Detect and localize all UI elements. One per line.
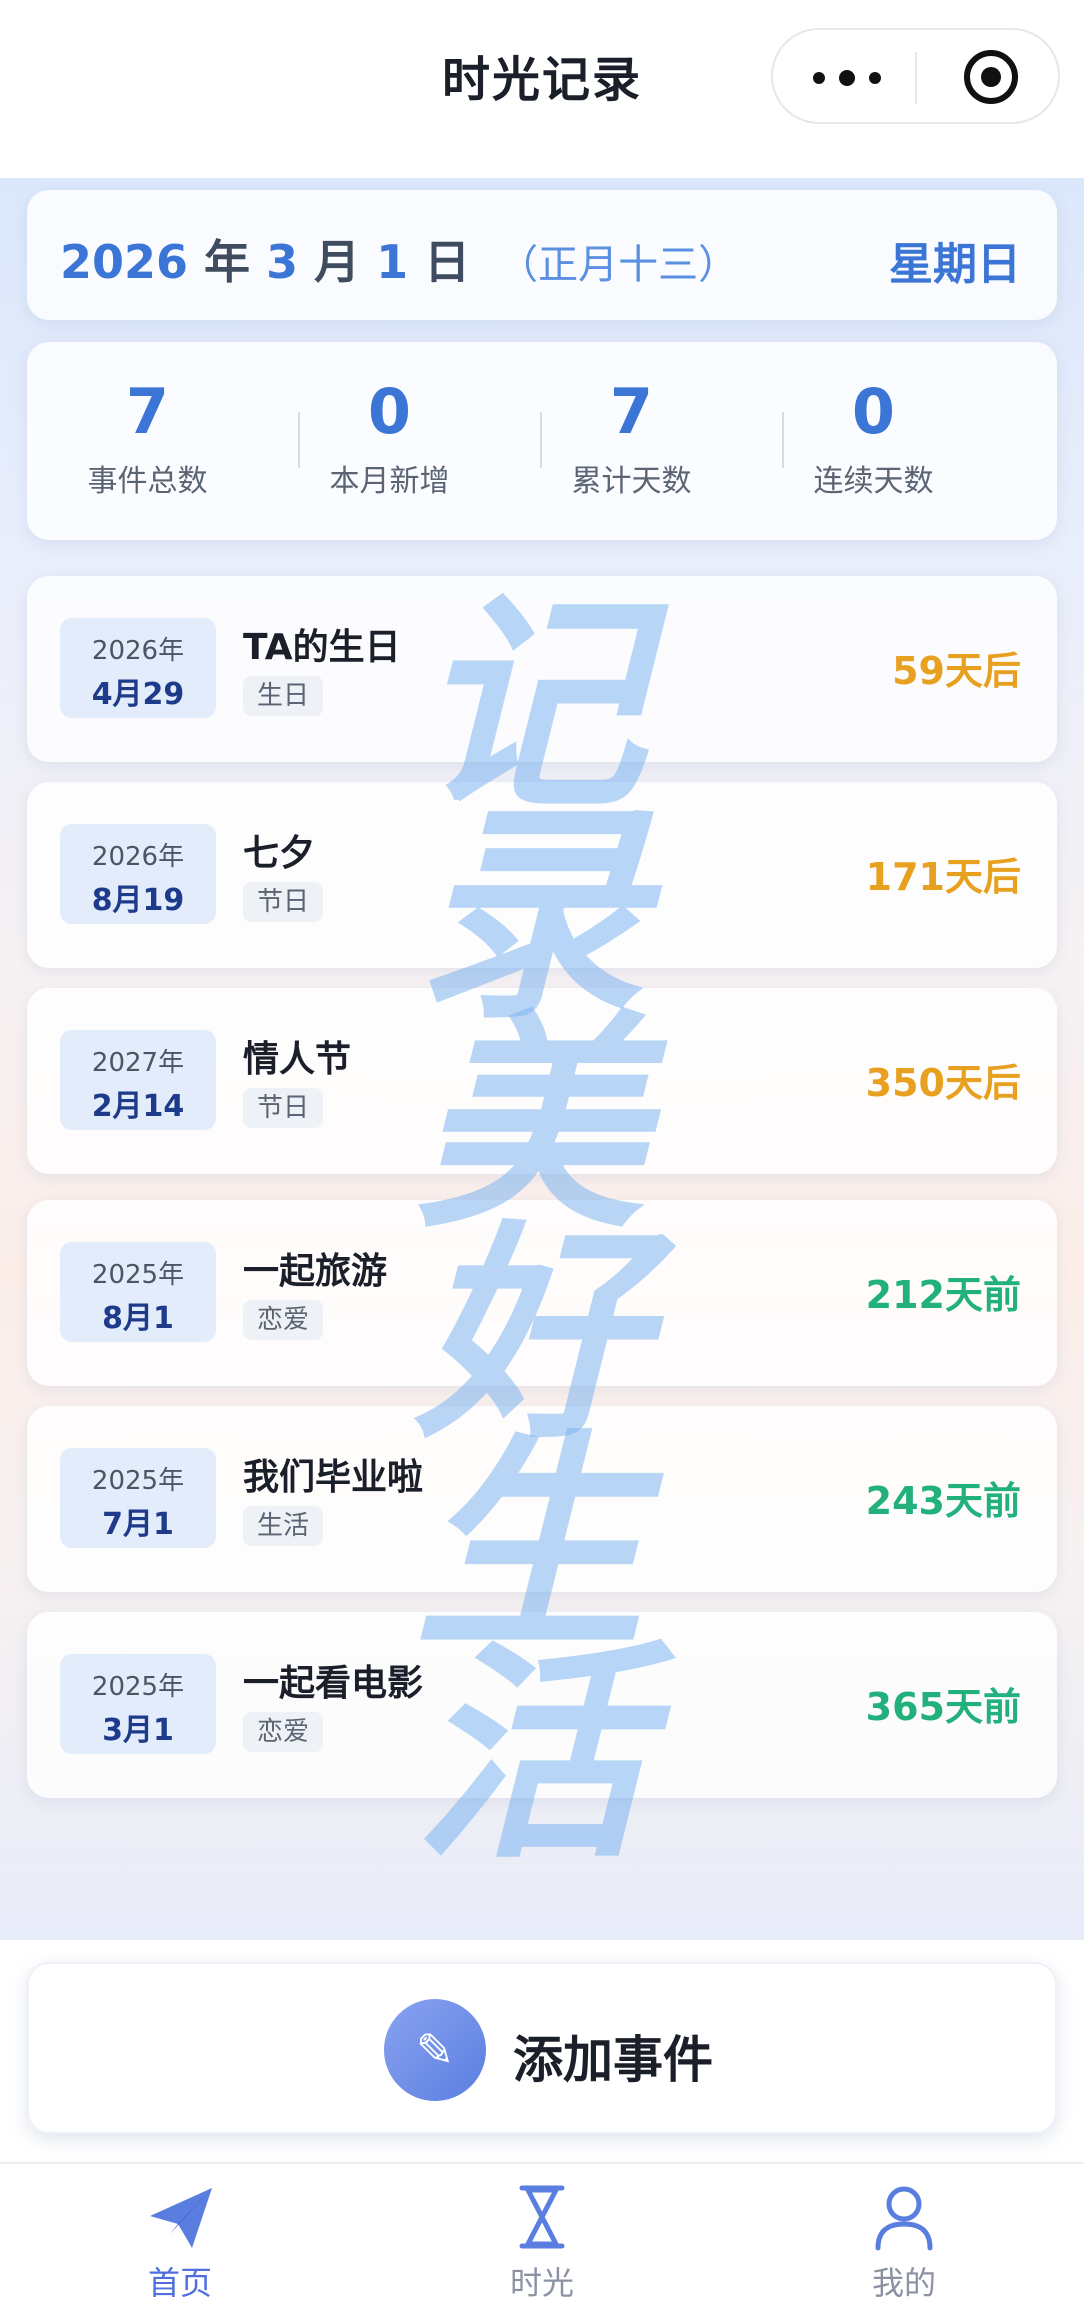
stat-value: 0 (851, 375, 896, 448)
user-icon (875, 2186, 933, 2251)
event-tag: 恋爱 (243, 1300, 324, 1340)
stat-total-events: 7 事件总数 (27, 372, 268, 500)
tab-label: 首页 (147, 2264, 212, 2302)
event-days: 212天前 (865, 1273, 1021, 1317)
event-card[interactable]: 2025年 3月1 一起看电影 恋爱 365天前 (27, 1612, 1057, 1798)
event-card[interactable]: 2026年 4月29 TA的生日 生日 59天后 (27, 576, 1057, 762)
event-name: 七夕 (243, 833, 316, 874)
stat-value: 7 (609, 375, 654, 448)
event-days: 365天前 (865, 1685, 1021, 1729)
tab-bar: 首页 时光 我的 (0, 2162, 1084, 2315)
date-year: 2026 (60, 235, 189, 289)
stat-label: 累计天数 (571, 464, 692, 499)
memo-pencil-icon: ✎ (384, 1999, 486, 2101)
paper-plane-icon (150, 2188, 212, 2248)
add-event-button[interactable]: ✎ 添加事件 (27, 1962, 1057, 2134)
event-card[interactable]: 2025年 7月1 我们毕业啦 生活 243天前 (27, 1406, 1057, 1592)
event-year: 2026年 (91, 842, 185, 872)
event-days: 243天前 (865, 1479, 1021, 1523)
event-days: 171天后 (865, 855, 1021, 899)
stat-streak-days: 0 连续天数 (753, 372, 994, 500)
capsule-divider (915, 52, 917, 104)
stat-total-days: 7 累计天数 (511, 372, 752, 500)
event-date-box: 2025年 7月1 (60, 1448, 216, 1548)
event-month-day: 8月1 (102, 1301, 174, 1336)
current-date: 2026 年 3 月 1 日 （正月十三） (60, 226, 738, 292)
event-tag: 生日 (243, 676, 324, 716)
event-year: 2026年 (91, 636, 185, 666)
event-year: 2027年 (91, 1048, 185, 1078)
stat-label: 连续天数 (813, 464, 934, 499)
event-name: 情人节 (243, 1039, 352, 1080)
event-month-day: 4月29 (91, 677, 185, 712)
event-date-box: 2026年 4月29 (60, 618, 216, 718)
event-name: 我们毕业啦 (243, 1457, 424, 1498)
hourglass-icon (519, 2185, 565, 2249)
event-year: 2025年 (91, 1672, 185, 1702)
event-month-day: 2月14 (91, 1089, 185, 1124)
lunar-date: （正月十三） (498, 242, 739, 288)
event-name: TA的生日 (243, 627, 401, 668)
date-day: 1 (376, 235, 409, 289)
event-name: 一起旅游 (243, 1251, 388, 1292)
weekday: 星期日 (889, 239, 1021, 290)
date-day-unit: 日 (424, 235, 471, 289)
mini-program-capsule (771, 28, 1060, 124)
tab-time[interactable]: 时光 (442, 2182, 642, 2304)
more-options-icon[interactable] (813, 66, 885, 90)
stat-new-this-month: 0 本月新增 (269, 372, 510, 500)
stat-label: 事件总数 (87, 464, 208, 499)
event-tag: 恋爱 (243, 1712, 324, 1752)
event-month-day: 8月19 (91, 883, 185, 918)
event-year: 2025年 (91, 1466, 185, 1496)
event-year: 2025年 (91, 1260, 185, 1290)
event-date-box: 2027年 2月14 (60, 1030, 216, 1130)
stats-card: 7 事件总数 0 本月新增 7 累计天数 0 连续天数 (27, 342, 1057, 540)
tab-label: 时光 (509, 2264, 574, 2302)
date-month-unit: 月 (314, 235, 361, 289)
stat-label: 本月新增 (329, 464, 450, 499)
close-target-icon[interactable] (964, 50, 1018, 104)
date-year-unit: 年 (204, 235, 251, 289)
event-card[interactable]: 2026年 8月19 七夕 节日 171天后 (27, 782, 1057, 968)
event-date-box: 2025年 3月1 (60, 1654, 216, 1754)
event-month-day: 3月1 (102, 1713, 174, 1748)
date-card: 2026 年 3 月 1 日 （正月十三） 星期日 (27, 190, 1057, 320)
date-month: 3 (266, 235, 299, 289)
event-tag: 节日 (243, 1088, 324, 1128)
event-date-box: 2025年 8月1 (60, 1242, 216, 1342)
stat-value: 7 (125, 375, 170, 448)
event-tag: 生活 (243, 1506, 324, 1546)
event-month-day: 7月1 (102, 1507, 174, 1542)
tab-label: 我的 (871, 2264, 936, 2302)
event-name: 一起看电影 (243, 1663, 424, 1704)
add-event-label: 添加事件 (513, 2031, 713, 2089)
tab-mine[interactable]: 我的 (804, 2182, 1004, 2304)
tab-home[interactable]: 首页 (80, 2182, 280, 2304)
event-days: 59天后 (892, 649, 1021, 693)
event-date-box: 2026年 8月19 (60, 824, 216, 924)
event-card[interactable]: 2027年 2月14 情人节 节日 350天后 (27, 988, 1057, 1174)
stat-value: 0 (367, 375, 412, 448)
event-card[interactable]: 2025年 8月1 一起旅游 恋爱 212天前 (27, 1200, 1057, 1386)
event-tag: 节日 (243, 882, 324, 922)
navigation-bar: 时光记录 (0, 0, 1084, 178)
event-days: 350天后 (865, 1061, 1021, 1105)
